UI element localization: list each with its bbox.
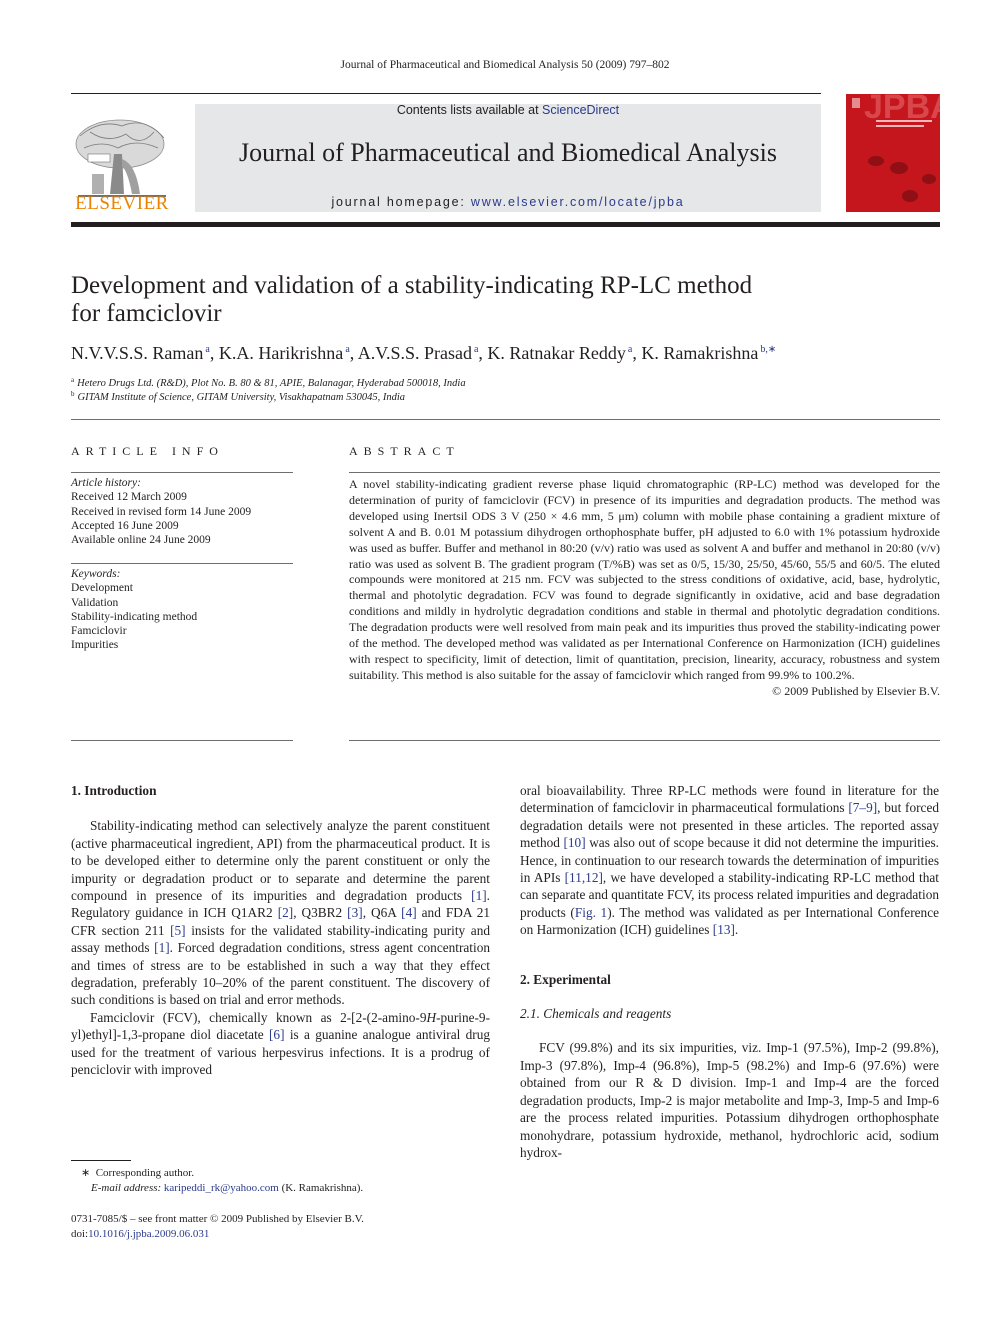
affiliation: a Hetero Drugs Ltd. (R&D), Plot No. B. 80… <box>71 376 466 389</box>
article-history: Article history: Received 12 March 2009 … <box>71 476 293 547</box>
contents-prefix: Contents lists available at <box>396 103 543 117</box>
affiliation-mark[interactable]: b,∗ <box>760 344 776 355</box>
author-name[interactable]: N.V.V.S.S. Raman <box>71 343 203 363</box>
article-info-bottom-rule <box>71 740 293 741</box>
email-label: E-mail address: <box>91 1181 162 1194</box>
section-heading-introduction: 1. Introduction <box>71 783 157 798</box>
affiliation-mark[interactable]: a <box>628 344 632 355</box>
history-item: Available online 24 June 2009 <box>71 534 211 547</box>
contents-line: Contents lists available at ScienceDirec… <box>195 103 821 117</box>
keyword: Impurities <box>71 639 119 652</box>
masthead-bottom-rule <box>71 222 940 227</box>
sciencedirect-link[interactable]: ScienceDirect <box>542 103 619 117</box>
homepage-prefix: journal homepage: <box>331 195 471 209</box>
email-link[interactable]: karipeddi_rk@yahoo.com <box>164 1182 279 1194</box>
journal-cover-thumbnail[interactable]: JPBA <box>846 94 940 212</box>
abstract-heading: ABSTRACT <box>349 444 460 458</box>
history-item: Accepted 16 June 2009 <box>71 519 179 532</box>
author-name[interactable]: K.A. Harikrishna <box>219 343 343 363</box>
section-heading-experimental: 2. Experimental <box>520 971 611 987</box>
cover-subtitle-bar <box>876 125 924 127</box>
affiliation-mark[interactable]: a <box>345 344 349 355</box>
homepage-link[interactable]: www.elsevier.com/locate/jpba <box>471 195 685 209</box>
reference-link[interactable]: [5] <box>170 923 186 938</box>
keywords-label: Keywords: <box>71 568 121 580</box>
keyword: Validation <box>71 596 119 609</box>
abstract-rule <box>349 472 940 473</box>
doi-label: doi: <box>71 1227 89 1240</box>
issn-line: 0731-7085/$ – see front matter © 2009 Pu… <box>71 1213 364 1225</box>
article-title: Development and validation of a stabilit… <box>71 272 831 328</box>
reference-link[interactable]: [1] <box>471 888 487 903</box>
cover-blob <box>890 162 908 174</box>
doi-link[interactable]: 10.1016/j.jpba.2009.06.031 <box>88 1228 209 1240</box>
affiliation-text: GITAM Institute of Science, GITAM Univer… <box>77 392 405 403</box>
author-name[interactable]: K. Ramakrishna <box>641 343 758 363</box>
cover-title: JPBA <box>864 94 940 126</box>
abstract-body: A novel stability-indicating gradient re… <box>349 477 940 700</box>
reference-link[interactable]: [13] <box>713 922 735 937</box>
running-head: Journal of Pharmaceutical and Biomedical… <box>340 59 670 71</box>
reference-link[interactable]: [2] <box>278 905 294 920</box>
italic-text: H <box>426 1009 437 1025</box>
cover-blob <box>902 190 918 202</box>
author-name[interactable]: K. Ratnakar Reddy <box>487 343 625 363</box>
affiliation-text: Hetero Drugs Ltd. (R&D), Plot No. B. 80 … <box>77 378 466 389</box>
elsevier-wordmark: ELSEVIER <box>75 193 169 214</box>
article-title-line: for famciclovir <box>71 300 222 327</box>
cover-subtitle-bar <box>876 120 932 122</box>
footnote: ∗ Corresponding author. E-mail address: … <box>71 1166 363 1195</box>
front-matter: 0731-7085/$ – see front matter © 2009 Pu… <box>71 1212 364 1241</box>
intro-paragraph-2-continued: oral bioavailability. Three RP-LC method… <box>520 783 939 938</box>
reference-link[interactable]: Fig. 1 <box>575 905 607 920</box>
history-label: Article history: <box>71 477 141 489</box>
email-owner: (K. Ramakrishna). <box>281 1181 364 1194</box>
corresponding-mark: ∗ <box>81 1167 91 1179</box>
abstract-copyright: © 2009 Published by Elsevier B.V. <box>772 683 940 698</box>
keywords-rule <box>71 563 293 564</box>
affiliation: b GITAM Institute of Science, GITAM Unive… <box>71 390 405 403</box>
affiliation-label: b <box>71 390 75 398</box>
masthead-top-rule <box>71 93 821 94</box>
article-info-rule <box>71 472 293 473</box>
author-name[interactable]: A.V.S.S. Prasad <box>358 343 472 363</box>
article-title-line: Development and validation of a stabilit… <box>71 272 753 299</box>
journal-homepage: journal homepage: www.elsevier.com/locat… <box>195 195 821 209</box>
keyword: Famciclovir <box>71 625 127 638</box>
history-item: Received in revised form 14 June 2009 <box>71 505 252 518</box>
reference-link[interactable]: [3] <box>347 905 363 920</box>
footnote-rule <box>71 1160 131 1161</box>
cover-blob <box>868 156 884 166</box>
keyword: Development <box>71 582 133 595</box>
reference-link[interactable]: [6] <box>269 1027 285 1042</box>
right-column: oral bioavailability. Three RP-LC method… <box>520 782 939 1161</box>
reference-link[interactable]: [1] <box>154 940 170 955</box>
intro-paragraph-2: Famciclovir (FCV), chemically known as 2… <box>71 1009 490 1078</box>
reference-link[interactable]: [4] <box>401 905 417 920</box>
article-info-heading: ARTICLE INFO <box>71 444 224 458</box>
author-list: N.V.V.S.S. Raman a, K.A. Harikrishna a, A.… <box>71 343 777 363</box>
affiliation-mark[interactable]: a <box>474 344 478 355</box>
history-item: Received 12 March 2009 <box>71 491 187 504</box>
cover-blob <box>922 174 936 184</box>
cover-logo-box <box>852 98 860 108</box>
journal-name: Journal of Pharmaceutical and Biomedical… <box>239 138 777 167</box>
intro-paragraph-1: Stability-indicating method can selectiv… <box>71 818 491 1008</box>
left-column: 1. Introduction Stability-indicating met… <box>71 782 490 1079</box>
reference-link[interactable]: [11,12] <box>565 870 603 885</box>
affiliation-label: a <box>71 376 75 384</box>
abstract-bottom-rule <box>349 740 940 741</box>
reference-link[interactable]: [7–9] <box>848 800 877 815</box>
keywords: Keywords: Development Validation Stabili… <box>71 567 293 653</box>
affiliation-mark[interactable]: a <box>205 344 209 355</box>
reference-link[interactable]: [10] <box>563 835 585 850</box>
subsection-heading-chemicals: 2.1. Chemicals and reagents <box>520 1006 672 1022</box>
keyword: Stability-indicating method <box>71 610 198 623</box>
abstract-text: A novel stability-indicating gradient re… <box>349 477 940 682</box>
experimental-paragraph-1: FCV (99.8%) and its six impurities, viz.… <box>520 1040 939 1160</box>
corresponding-author-label: Corresponding author. <box>95 1167 195 1179</box>
header-divider <box>71 419 940 420</box>
